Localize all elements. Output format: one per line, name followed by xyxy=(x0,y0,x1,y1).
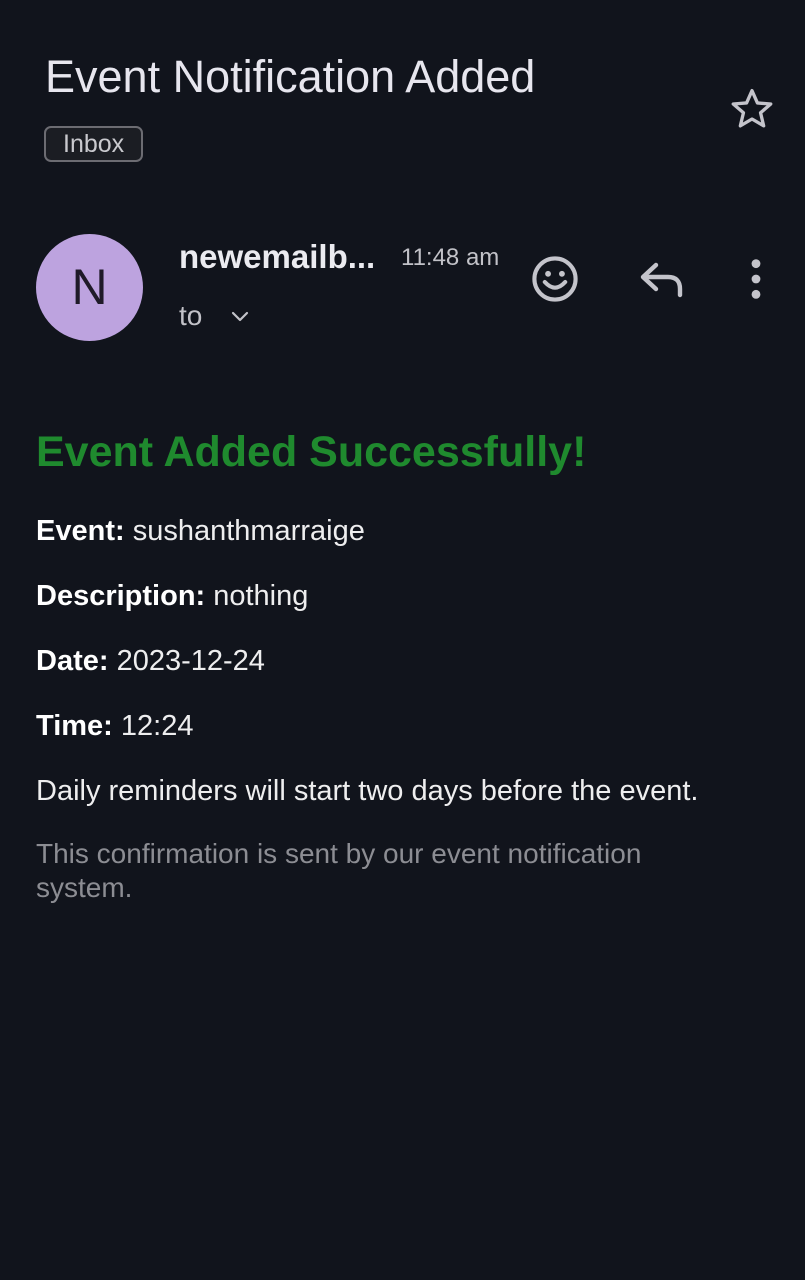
description-label: Description: xyxy=(36,580,206,612)
date-value: 2023-12-24 xyxy=(108,645,265,677)
sender-avatar[interactable]: N xyxy=(36,234,143,341)
event-value: sushanthmarraige xyxy=(124,515,365,547)
more-vert-icon xyxy=(751,259,761,299)
time-value: 12:24 xyxy=(112,710,194,742)
received-time: 11:48 am xyxy=(401,244,500,271)
time-line: Time: 12:24 xyxy=(36,707,776,745)
add-reaction-button[interactable] xyxy=(529,253,581,305)
description-line: Description: nothing xyxy=(36,577,776,615)
reply-button[interactable] xyxy=(636,255,688,303)
star-button[interactable] xyxy=(727,84,777,134)
date-line: Date: 2023-12-24 xyxy=(36,642,776,680)
emoji-reaction-icon xyxy=(532,256,578,302)
time-label: Time: xyxy=(36,710,113,742)
reminder-text: Daily reminders will start two days befo… xyxy=(36,775,699,807)
description-value: nothing xyxy=(205,580,309,612)
chevron-down-icon xyxy=(232,311,249,322)
event-name-line: Event: sushanthmarraige xyxy=(36,512,776,550)
event-label: Event: xyxy=(36,515,125,547)
sender-name[interactable]: newemailb... xyxy=(179,236,375,278)
reply-icon xyxy=(640,262,683,298)
recipient-details-toggle[interactable]: to xyxy=(179,296,252,336)
footer-note: This confirmation is sent by our event n… xyxy=(36,838,642,903)
email-view: Event Notification Added Inbox N newemai… xyxy=(0,0,805,1280)
date-label: Date: xyxy=(36,645,109,677)
email-subject: Event Notification Added xyxy=(45,51,536,102)
inbox-label-chip[interactable]: Inbox xyxy=(44,126,144,162)
more-options-button[interactable] xyxy=(738,256,774,302)
message-body: Event Added Successfully! Event: sushant… xyxy=(36,420,776,905)
message-headline: Event Added Successfully! xyxy=(36,428,587,476)
star-icon xyxy=(731,89,773,128)
recipient-label: to xyxy=(179,300,203,331)
